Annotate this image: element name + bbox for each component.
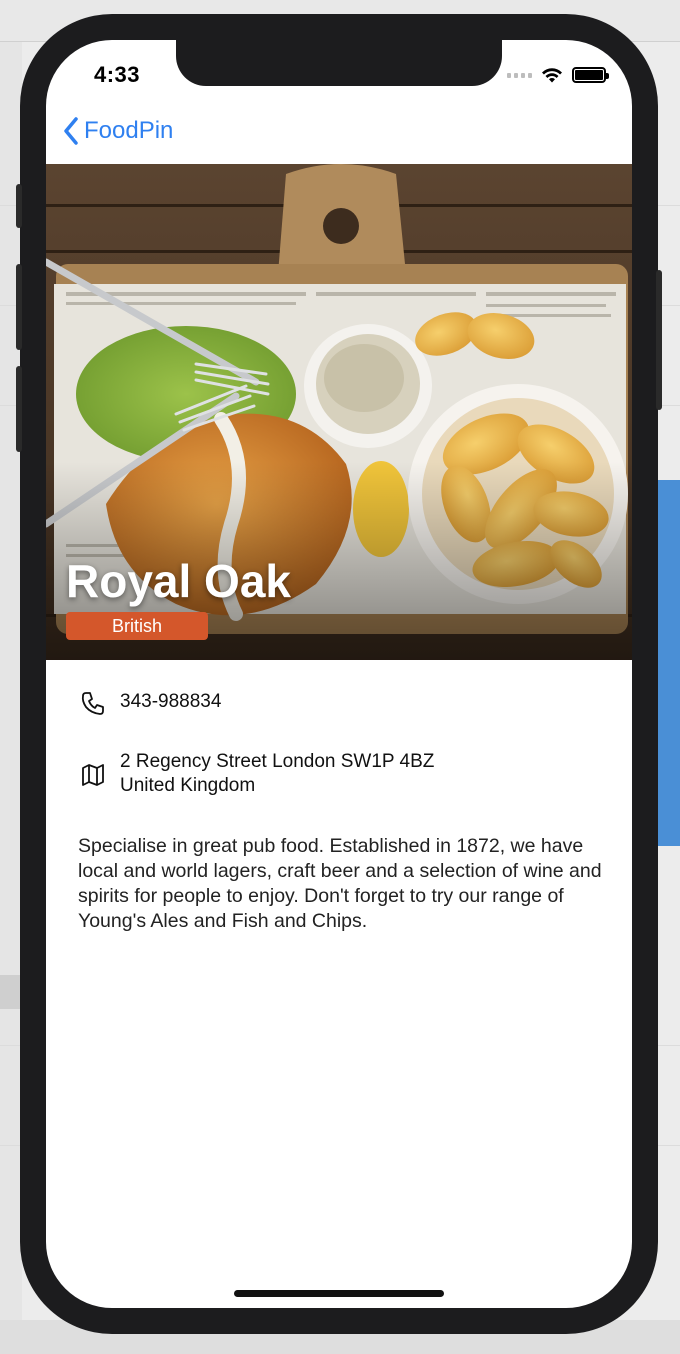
address-text: 2 Regency Street London SW1P 4BZ United …	[120, 750, 434, 798]
address-row[interactable]: 2 Regency Street London SW1P 4BZ United …	[80, 750, 434, 798]
volume-up-button	[16, 264, 22, 350]
volume-down-button	[16, 366, 22, 452]
signal-icon	[507, 72, 532, 78]
battery-icon	[572, 67, 609, 83]
notch	[176, 40, 502, 86]
status-time: 4:33	[94, 62, 141, 87]
restaurant-name: Royal Oak	[66, 555, 291, 607]
silent-switch	[16, 184, 22, 228]
phone-screen: 4:33 FoodPin Royal Oak British 343-98883…	[46, 40, 632, 1308]
phone-number: 343-988834	[120, 691, 222, 712]
restaurant-type-tag: British	[66, 612, 208, 640]
editor-left-selection	[0, 975, 22, 1009]
address-line-1: 2 Regency Street London SW1P 4BZ	[120, 751, 435, 772]
address-line-2: United Kingdom	[120, 775, 256, 796]
back-button[interactable]: FoodPin	[62, 116, 173, 146]
phone-row[interactable]: 343-988834	[80, 690, 221, 716]
device-frame: 4:33 FoodPin Royal Oak British 343-98883…	[16, 14, 662, 1334]
home-indicator[interactable]	[234, 1290, 444, 1297]
map-icon	[82, 764, 104, 786]
power-button	[656, 270, 662, 410]
editor-left-panel	[0, 42, 22, 1332]
phone-icon	[81, 692, 104, 715]
wifi-icon	[542, 68, 562, 83]
status-icons	[507, 66, 609, 84]
back-button-label: FoodPin	[84, 117, 174, 144]
restaurant-header-image: Royal Oak British	[46, 164, 632, 660]
restaurant-description: Specialise in great pub food. Establishe…	[78, 835, 602, 932]
chevron-left-icon	[64, 117, 78, 145]
